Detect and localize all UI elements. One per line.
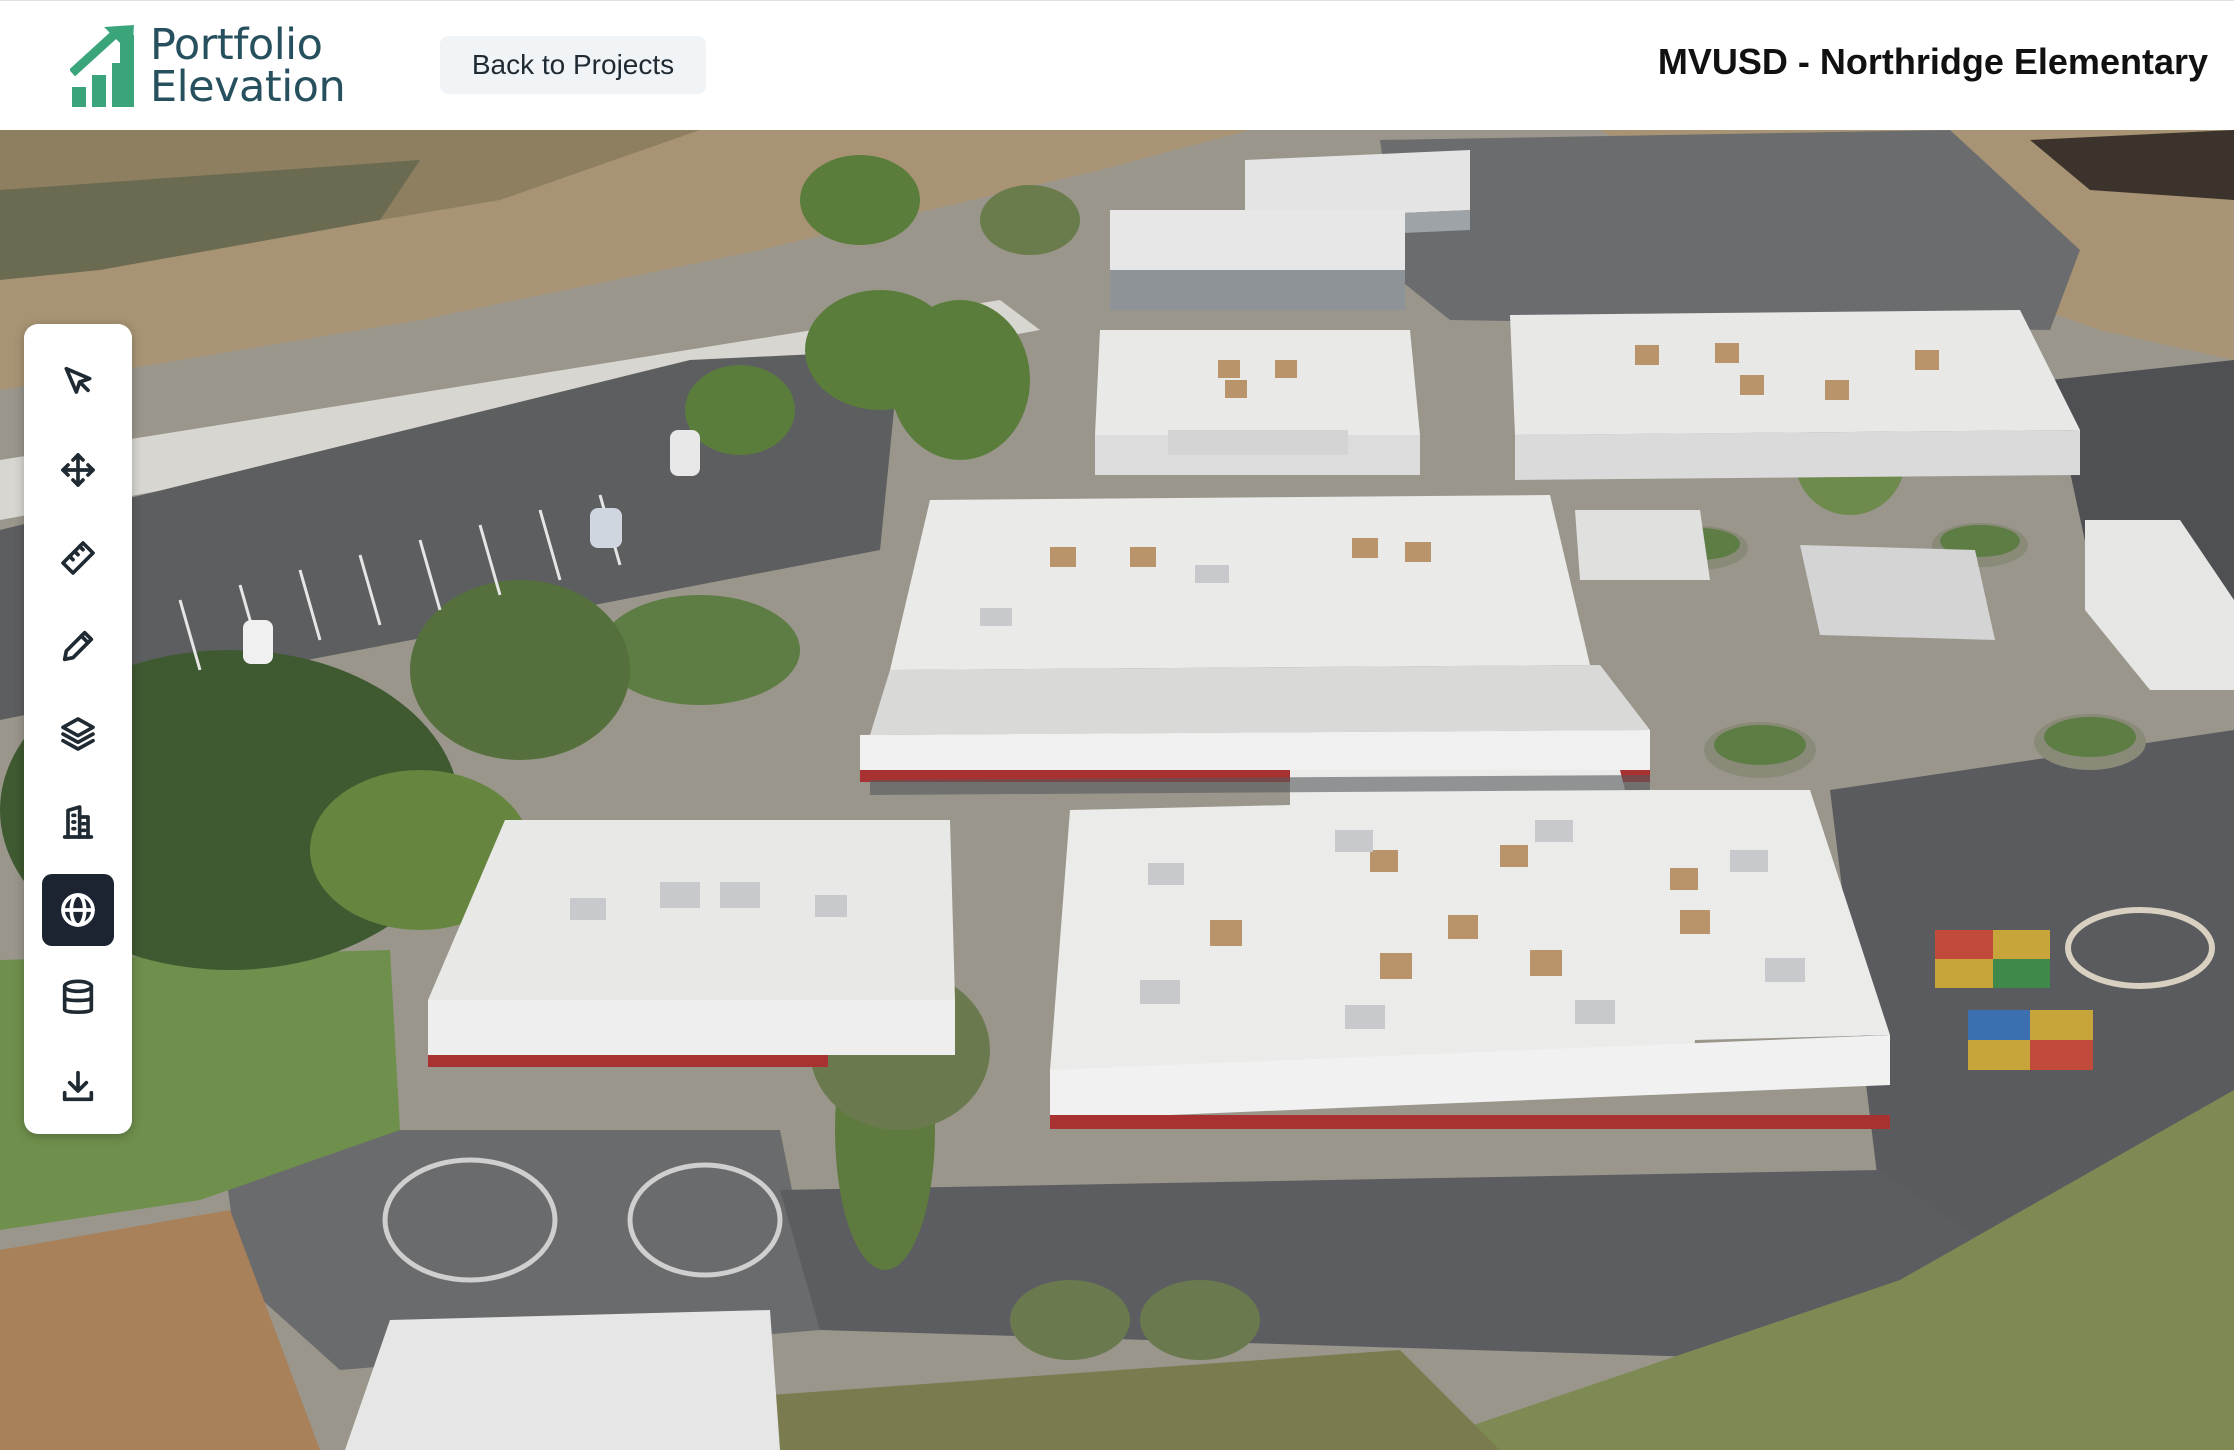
logo-line-1: Portfolio	[150, 20, 323, 70]
cursor-arrow-icon	[64, 366, 92, 394]
map-toolbar	[24, 324, 132, 1134]
download-icon	[62, 1070, 94, 1102]
database-icon	[62, 979, 94, 1014]
move-arrows-icon	[61, 453, 95, 487]
3d-map-viewport[interactable]	[0, 130, 2234, 1450]
logo-chart-icon	[70, 25, 134, 107]
download-tool-button[interactable]	[42, 1050, 114, 1122]
portfolio-elevation-logo[interactable]: Portfolio Elevation	[70, 20, 346, 112]
pencil-icon	[62, 630, 94, 662]
globe-tool-button[interactable]	[42, 874, 114, 946]
buildings-tool-button[interactable]	[42, 786, 114, 858]
layers-tool-button[interactable]	[42, 698, 114, 770]
measure-tool-button[interactable]	[42, 522, 114, 594]
back-to-projects-button[interactable]: Back to Projects	[440, 36, 706, 94]
data-tool-button[interactable]	[42, 962, 114, 1034]
logo-line-2: Elevation	[150, 62, 346, 112]
draw-tool-button[interactable]	[42, 610, 114, 682]
project-title: MVUSD - Northridge Elementary	[1657, 41, 2208, 82]
layers-icon	[61, 717, 95, 751]
select-tool-button[interactable]	[42, 346, 114, 418]
app-header: Portfolio Elevation Back to Projects MVU…	[0, 0, 2234, 130]
aerial-site-model[interactable]	[0, 130, 2234, 1450]
ruler-icon	[61, 541, 95, 575]
move-tool-button[interactable]	[42, 434, 114, 506]
globe-icon	[61, 893, 95, 927]
building-icon	[62, 805, 94, 839]
logo-wordmark: Portfolio Elevation	[150, 20, 346, 112]
